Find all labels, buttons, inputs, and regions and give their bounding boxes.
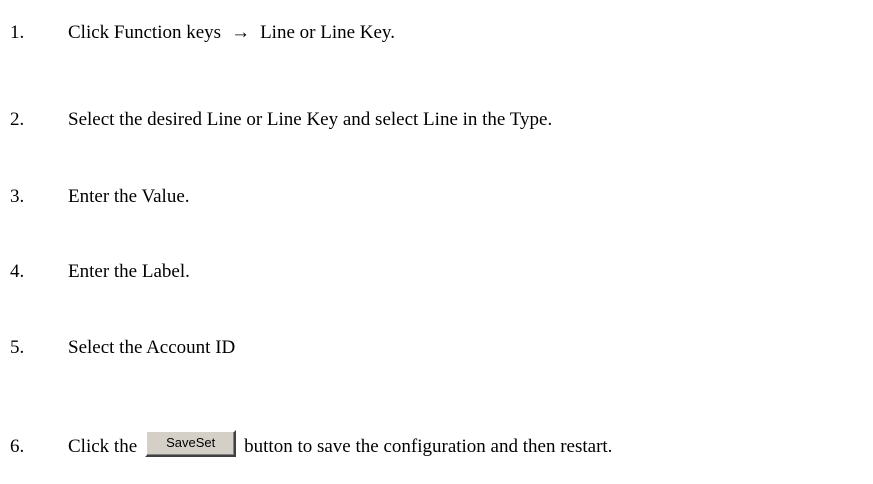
step-number: 4.: [10, 261, 25, 282]
step-number: 3.: [10, 186, 25, 207]
step-text-before: Click the: [68, 436, 138, 457]
step-text: Select the Account ID: [68, 337, 236, 358]
step-text: Select the desired Line or Line Key and …: [68, 109, 553, 130]
step-text-after: Line or Line Key.: [260, 22, 395, 43]
step-number: 1.: [10, 22, 25, 43]
step-text: Click the SaveSet button to save the con…: [68, 429, 613, 462]
step-number: 6.: [10, 436, 25, 457]
step-text-after: button to save the configuration and the…: [244, 436, 613, 457]
step-text-before: Click Function keys: [68, 22, 222, 43]
step-text: Enter the Value.: [68, 186, 190, 207]
step-text: Enter the Label.: [68, 261, 190, 282]
step-number: 2.: [10, 109, 25, 130]
right-arrow-icon: →: [231, 22, 251, 43]
step-text: Click Function keys → Line or Line Key.: [68, 18, 395, 48]
step-number: 5.: [10, 337, 25, 358]
saveset-button[interactable]: SaveSet: [145, 429, 237, 457]
instruction-list: 1. Click Function keys → Line or Line Ke…: [0, 0, 873, 484]
